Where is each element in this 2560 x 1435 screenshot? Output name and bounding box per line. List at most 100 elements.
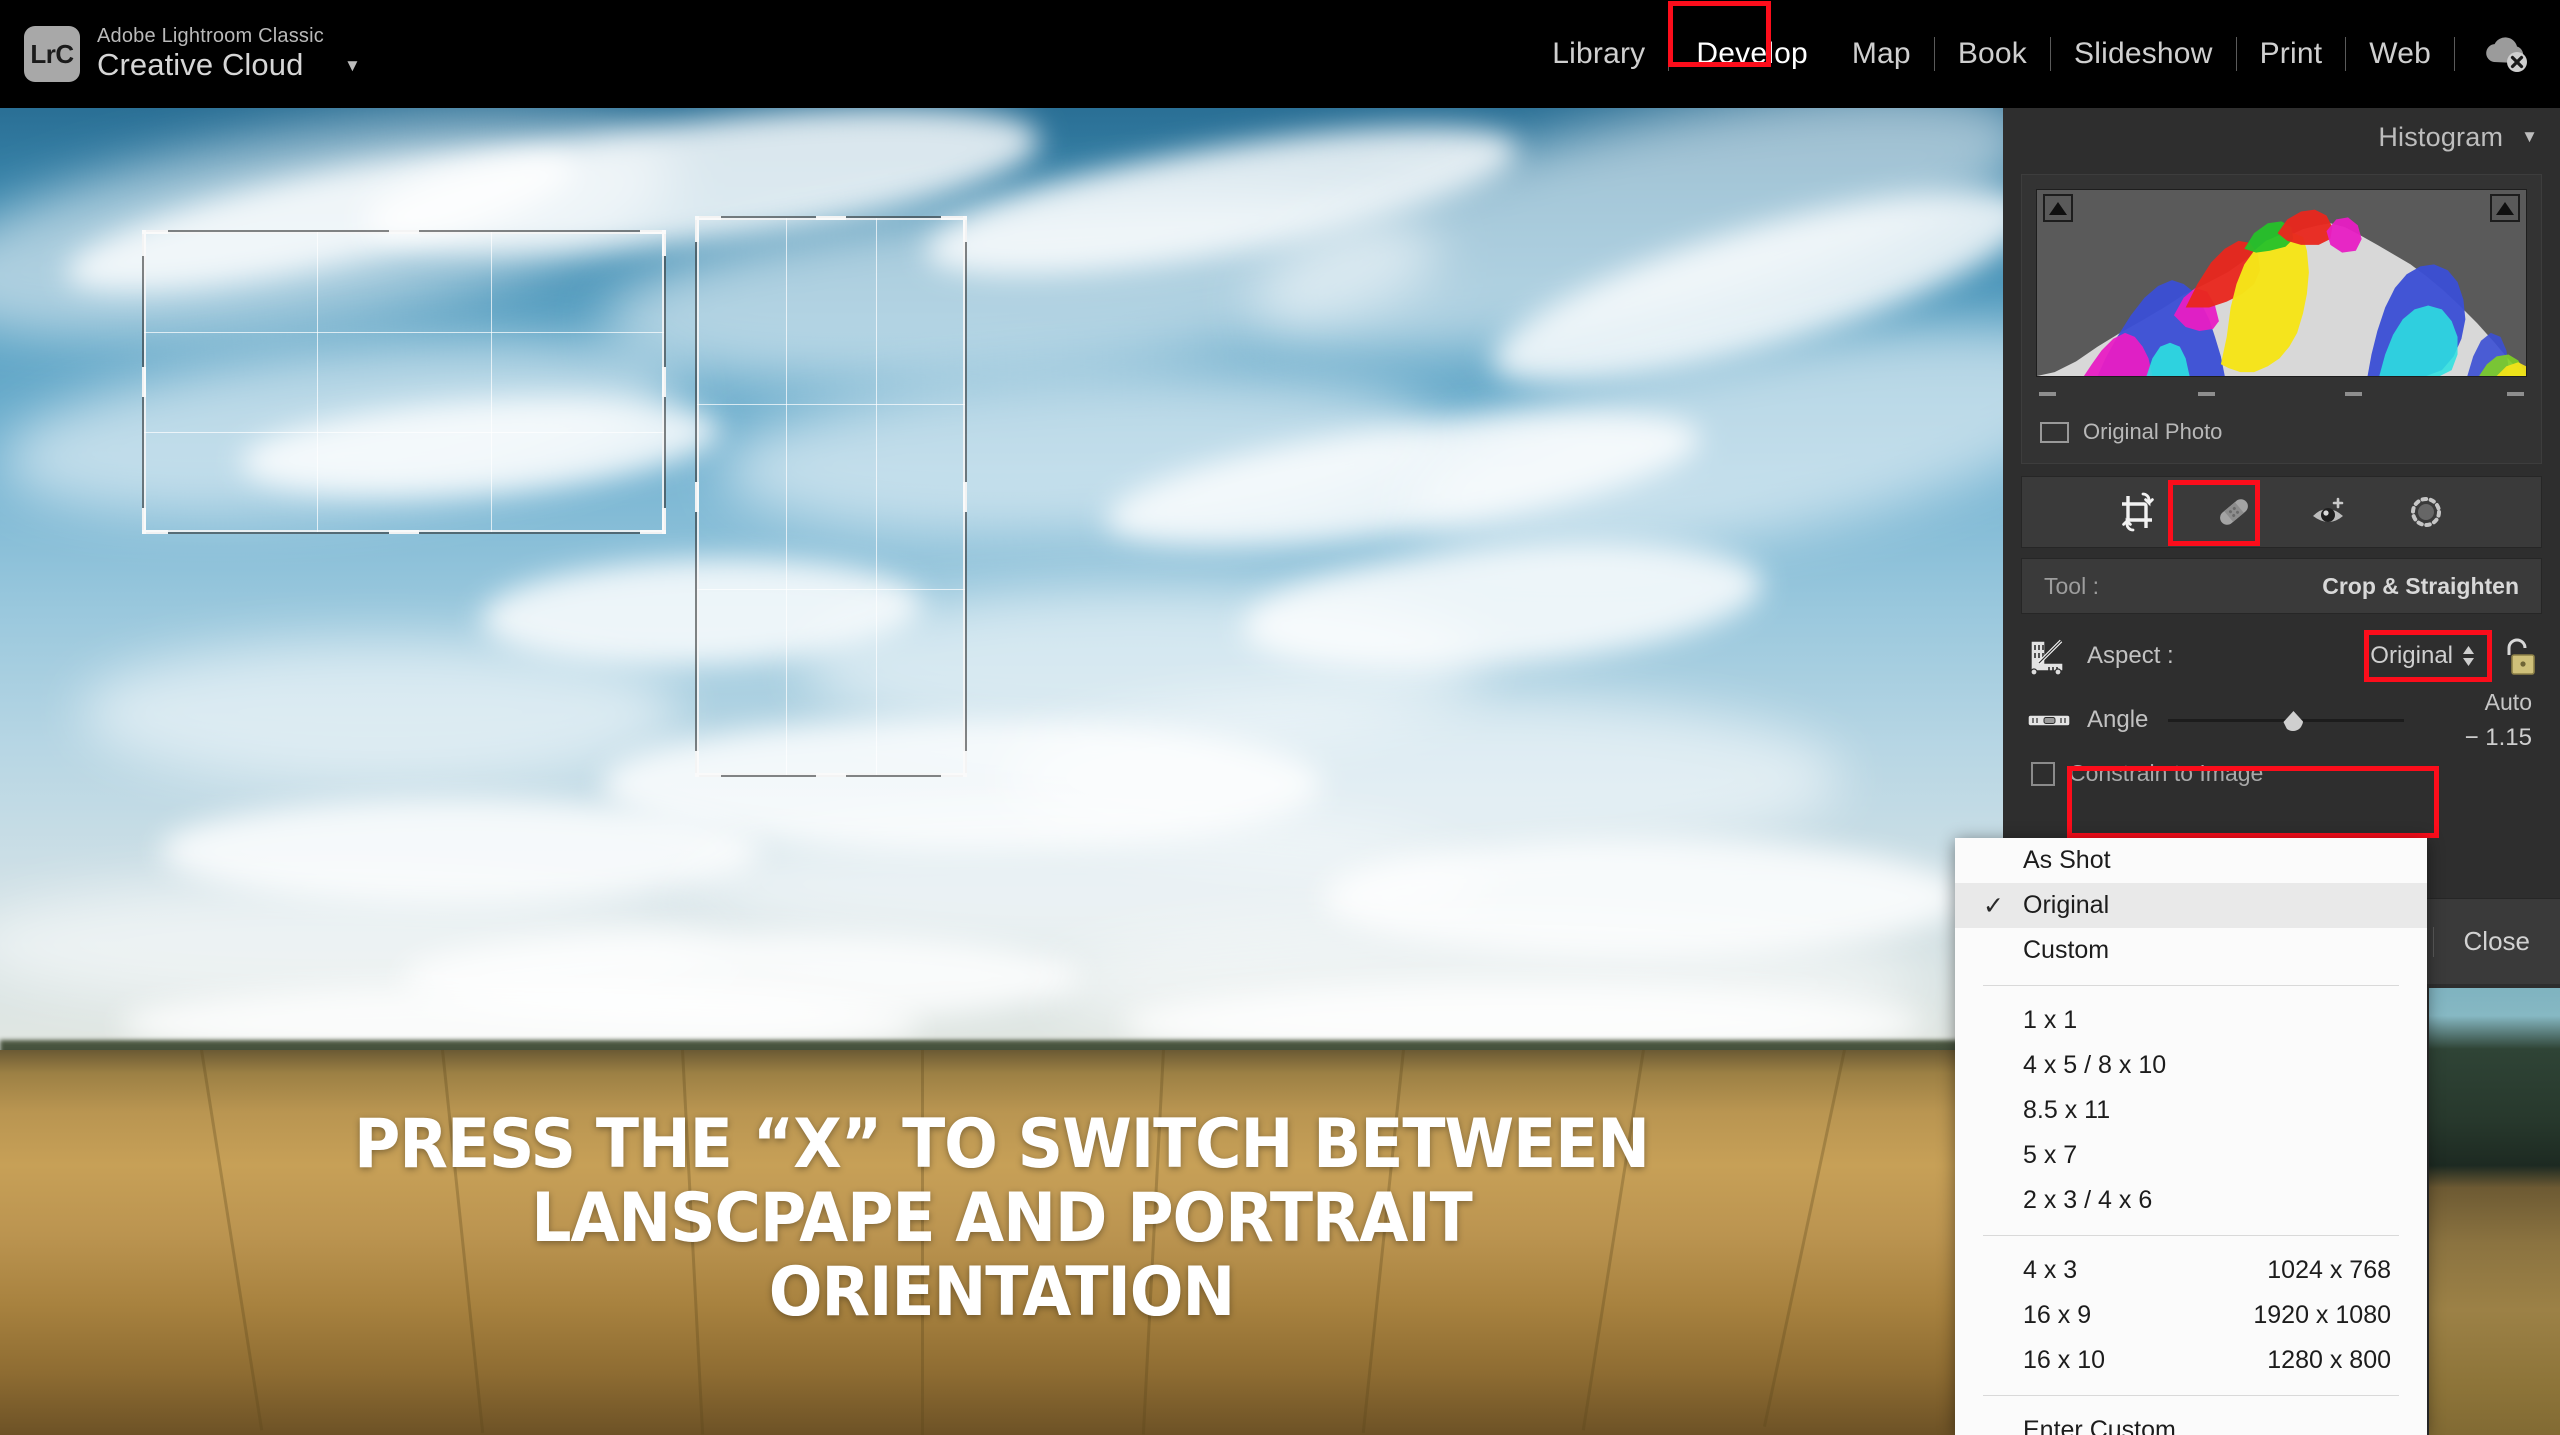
aspect-menu-item[interactable]: As Shot <box>1955 838 2427 883</box>
aspect-menu-item-label: 2 x 3 / 4 x 6 <box>2023 1186 2153 1214</box>
histogram-tick-row <box>2036 381 2527 409</box>
filmstrip-thumbnail[interactable] <box>2429 988 2560 1435</box>
aspect-dropdown[interactable]: Original <box>2370 642 2476 670</box>
aspect-ratio-menu[interactable]: As Shot ✓ Original Custom 1 x 1 4 x 5 / 8 x 1… <box>1955 838 2427 1435</box>
menu-separator <box>1983 1395 2399 1396</box>
chevron-down-icon[interactable]: ▼ <box>2521 127 2538 147</box>
histogram-tick <box>2198 392 2216 396</box>
original-photo-label: Original Photo <box>2083 419 2223 444</box>
constrain-checkbox[interactable] <box>2031 761 2055 786</box>
cloud-shape <box>80 638 681 785</box>
aspect-menu-item-label: 4 x 5 / 8 x 10 <box>2023 1051 2167 1079</box>
histogram-title: Histogram <box>2378 121 2504 152</box>
module-divider <box>2050 37 2052 71</box>
original-photo-row[interactable]: Original Photo <box>2036 409 2527 457</box>
rectangle-icon <box>2040 421 2069 443</box>
aspect-menu-item-label: 16 x 9 <box>2023 1301 2092 1329</box>
top-bar: LrC Adobe Lightroom Classic Creative Clo… <box>0 0 2560 108</box>
auto-button[interactable]: Auto <box>2465 689 2532 716</box>
menu-separator <box>1983 985 2399 986</box>
histogram-header[interactable]: Histogram ▼ <box>2003 108 2560 166</box>
masking-tool[interactable] <box>2396 486 2456 538</box>
padlock-open-icon[interactable] <box>2496 633 2536 679</box>
aspect-menu-item[interactable]: 4 x 3 1024 x 768 <box>1955 1248 2427 1293</box>
red-eye-correction-tool[interactable] <box>2300 486 2360 538</box>
caption-line-3: ORIENTATION <box>768 1253 1236 1333</box>
aspect-menu-item[interactable]: Enter Custom... <box>1955 1408 2427 1435</box>
aspect-menu-item-label: 4 x 3 <box>2023 1256 2078 1284</box>
aspect-menu-item[interactable]: ✓ Original <box>1955 883 2427 928</box>
product-name: Adobe Lightroom Classic <box>97 25 324 48</box>
module-divider <box>1933 37 1935 71</box>
caption-line-2: LANSCPAPE AND PORTRAIT <box>531 1179 1473 1259</box>
angle-label: Angle <box>2087 706 2149 733</box>
aspect-menu-item-label: 1 x 1 <box>2023 1006 2078 1034</box>
constrain-to-image-row[interactable]: Constrain to Image <box>2025 752 2538 795</box>
module-divider <box>1668 37 1670 71</box>
module-library[interactable]: Library <box>1532 29 1665 79</box>
aspect-menu-item[interactable]: 4 x 5 / 8 x 10 <box>1955 1043 2427 1088</box>
module-web[interactable]: Web <box>2349 29 2451 79</box>
menu-separator <box>1983 1235 2399 1236</box>
cloud-sync-off-icon[interactable] <box>2480 32 2532 76</box>
check-icon: ✓ <box>1983 891 2004 920</box>
histogram-tick <box>2039 392 2056 396</box>
brand-text: Adobe Lightroom Classic Creative Cloud <box>97 25 324 82</box>
footer-divider <box>2432 926 2434 957</box>
aspect-menu-item-label: 8.5 x 11 <box>2023 1096 2111 1124</box>
module-book[interactable]: Book <box>1938 29 2047 79</box>
ruler-straighten-icon <box>2025 635 2071 677</box>
aspect-menu-item-resolution: 1920 x 1080 <box>2253 1301 2391 1329</box>
bandage-icon <box>2219 499 2248 525</box>
aspect-menu-item[interactable]: 2 x 3 / 4 x 6 <box>1955 1178 2427 1223</box>
highlight-clipping-indicator[interactable] <box>2490 194 2520 222</box>
histogram-panel: Original Photo <box>2021 174 2542 464</box>
photo-preview-area[interactable]: PRESS THE “X” TO SWITCH BETWEEN LANSCPAP… <box>0 108 2003 1435</box>
aspect-menu-item[interactable]: 16 x 9 1920 x 1080 <box>1955 1293 2427 1338</box>
aspect-menu-item-label: 16 x 10 <box>2023 1346 2106 1374</box>
crop-controls-panel: Aspect : Original Angle Auto − 1.15 Cons… <box>2021 618 2542 838</box>
close-button[interactable]: Close <box>2464 926 2530 957</box>
brand-block[interactable]: LrC Adobe Lightroom Classic Creative Clo… <box>24 26 361 82</box>
aspect-menu-item[interactable]: Custom <box>1955 928 2427 973</box>
aspect-menu-item[interactable]: 5 x 7 <box>1955 1133 2427 1178</box>
aspect-menu-item-resolution: 1024 x 768 <box>2267 1256 2391 1284</box>
aspect-label: Aspect : <box>2087 642 2174 669</box>
tool-value: Crop & Straighten <box>2322 572 2519 599</box>
tool-label: Tool : <box>2044 572 2099 599</box>
aspect-menu-item[interactable]: 8.5 x 11 <box>1955 1088 2427 1133</box>
module-develop-wrapper: Develop <box>1668 1 1831 79</box>
spot-removal-tool[interactable] <box>2204 486 2264 538</box>
module-print[interactable]: Print <box>2240 29 2343 79</box>
tool-strip <box>2021 476 2542 548</box>
crop-rotate-icon <box>2121 492 2154 532</box>
chevron-down-icon[interactable]: ▼ <box>344 56 361 82</box>
module-map[interactable]: Map <box>1832 29 1931 79</box>
module-divider <box>2345 37 2347 71</box>
crop-overlay-tool[interactable] <box>2108 486 2168 538</box>
module-divider <box>2454 37 2455 71</box>
module-slideshow[interactable]: Slideshow <box>2054 29 2233 79</box>
module-picker: Library Develop Map Book Slideshow Print… <box>1532 0 2532 108</box>
histogram-graph <box>2037 209 2526 376</box>
dotted-circle-icon <box>2410 497 2441 527</box>
aspect-menu-item-label: Enter Custom... <box>2023 1416 2197 1435</box>
module-develop[interactable]: Develop <box>1676 29 1827 79</box>
caption-line-1: PRESS THE “X” TO SWITCH BETWEEN <box>354 1105 1650 1184</box>
aspect-menu-item[interactable]: 16 x 10 1280 x 800 <box>1955 1338 2427 1383</box>
module-divider <box>2235 37 2237 71</box>
shadow-clipping-indicator[interactable] <box>2043 194 2073 222</box>
aspect-menu-item[interactable]: 1 x 1 <box>1955 998 2427 1043</box>
instruction-caption: PRESS THE “X” TO SWITCH BETWEEN LANSCPAP… <box>70 1108 1933 1330</box>
angle-slider[interactable] <box>2168 710 2405 731</box>
spirit-level-icon <box>2025 706 2075 734</box>
constrain-label: Constrain to Image <box>2069 760 2264 786</box>
angle-row: Angle Auto − 1.15 <box>2025 688 2538 838</box>
histogram-canvas[interactable] <box>2036 189 2527 377</box>
aspect-menu-item-label: 5 x 7 <box>2023 1141 2078 1169</box>
slider-thumb[interactable] <box>2283 711 2304 731</box>
histogram-tick <box>2507 392 2524 396</box>
angle-value[interactable]: − 1.15 <box>2465 724 2532 752</box>
aspect-menu-item-label: Custom <box>2023 936 2110 964</box>
aspect-menu-item-label: As Shot <box>2023 846 2111 874</box>
